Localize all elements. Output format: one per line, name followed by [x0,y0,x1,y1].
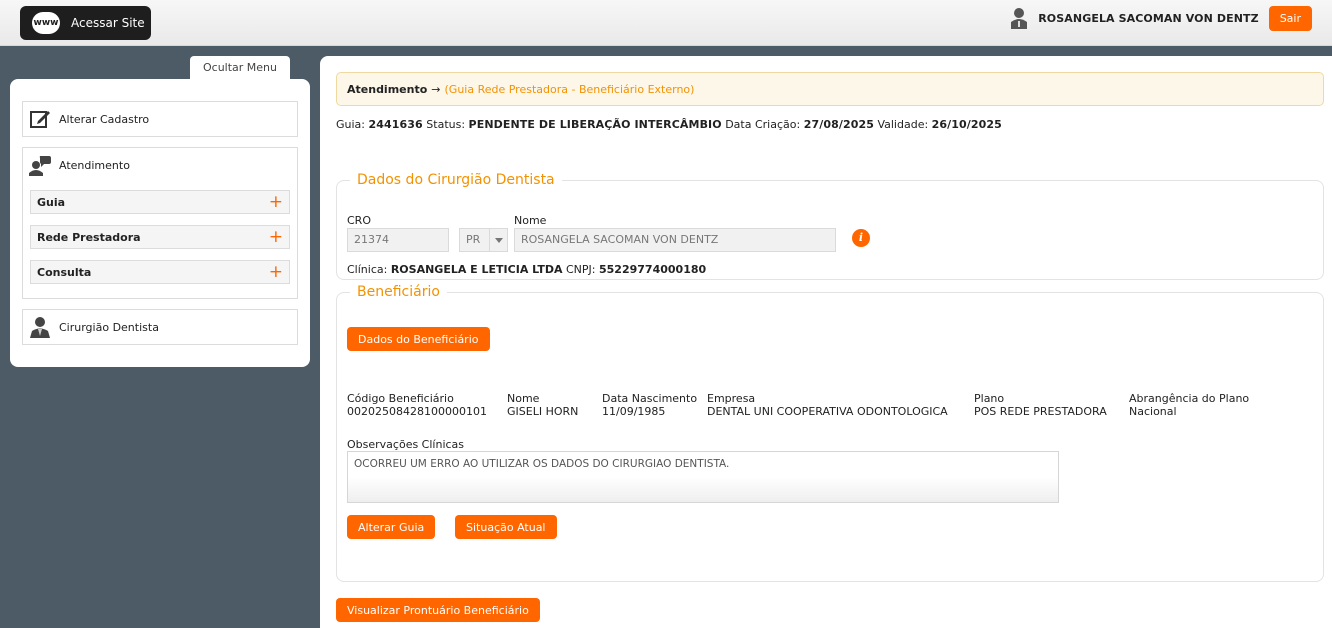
col-label: Empresa [707,392,756,405]
www-icon-text: www [33,18,59,28]
clinic-info: Clínica: ROSANGELA E LETICIA LTDA CNPJ: … [347,263,706,276]
beneficiary-name-col: Nome GISELI HORN [507,392,578,418]
expand-plus-icon[interactable]: + [269,263,283,281]
col-value: POS REDE PRESTADORA [974,405,1107,418]
alter-guia-button[interactable]: Alterar Guia [347,515,436,539]
clinical-notes-label: Observações Clínicas [347,438,465,451]
sidebar-subitem-consulta[interactable]: Consulta + [30,260,290,284]
view-beneficiary-record-button[interactable]: Visualizar Prontuário Beneficiário [336,598,540,622]
user-area: ROSANGELA SACOMAN VON DENTZ Sair [1010,5,1312,31]
breadcrumb-subtitle: (Guia Rede Prestadora - Beneficiário Ext… [444,82,695,96]
sidebar-subitem-label: Guia [37,195,66,209]
chat-user-icon [29,154,51,176]
sidebar: Alterar Cadastro Atendimento Guia + Rede… [10,79,310,367]
uf-select-value: PR [466,233,481,246]
status-value: PENDENTE DE LIBERAÇÃO INTERCÂMBIO [468,118,722,131]
expand-plus-icon[interactable]: + [269,228,283,246]
logout-button[interactable]: Sair [1268,5,1312,31]
guia-label: Guia: [336,118,365,131]
cnpj-value: 55229774000180 [599,263,707,276]
hide-menu-toggle[interactable]: Ocultar Menu [190,56,290,80]
user-name: ROSANGELA SACOMAN VON DENTZ [1038,11,1259,25]
top-bar: www Acessar Site ROSANGELA SACOMAN VON D… [0,0,1332,46]
company-col: Empresa DENTAL UNI COOPERATIVA ODONTOLOG… [707,392,948,418]
sidebar-subitem-rede-prestadora[interactable]: Rede Prestadora + [30,225,290,249]
beneficiary-data-button[interactable]: Dados do Beneficiário [347,327,490,351]
sidebar-subitem-label: Consulta [37,265,92,279]
creation-date-label: Data Criação: [725,118,801,131]
col-label: Abrangência do Plano [1129,392,1250,405]
guia-summary: Guia: 2441636 Status: PENDENTE DE LIBERA… [336,118,1002,131]
plan-col: Plano POS REDE PRESTADORA [974,392,1107,418]
expand-plus-icon[interactable]: + [269,193,283,211]
dentist-section: Dados do Cirurgião Dentista CRO 21374 PR… [336,172,1324,280]
sidebar-item-alterar-cadastro[interactable]: Alterar Cadastro [22,101,298,137]
cro-input[interactable]: 21374 [347,228,449,252]
breadcrumb-title: Atendimento [347,82,428,96]
edit-icon [29,108,51,130]
dentist-user-icon [29,316,51,338]
beneficiary-section-legend: Beneficiário [357,284,440,300]
col-label: Data Nascimento [602,392,698,405]
plan-coverage-col: Abrangência do Plano Nacional [1129,392,1249,418]
creation-date-value: 27/08/2025 [803,118,874,131]
col-label: Nome [507,392,540,405]
col-value: Nacional [1129,405,1177,418]
validity-value: 26/10/2025 [931,118,1002,131]
user-icon [1010,7,1028,29]
guia-number: 2441636 [368,118,423,131]
sidebar-subitem-label: Rede Prestadora [37,230,141,244]
breadcrumb: Atendimento → (Guia Rede Prestadora - Be… [336,72,1324,106]
clinical-notes-textarea[interactable]: OCORREU UM ERRO AO UTILIZAR OS DADOS DO … [347,451,1059,503]
sidebar-item-label: Cirurgião Dentista [59,320,159,334]
current-status-button[interactable]: Situação Atual [455,515,557,539]
status-label: Status: [426,118,466,131]
www-globe-icon: www [32,12,60,34]
main-panel: Atendimento → (Guia Rede Prestadora - Be… [320,56,1332,628]
nome-label: Nome [514,214,547,227]
dentist-name-input[interactable]: ROSANGELA SACOMAN VON DENTZ [514,228,836,252]
cnpj-label: CNPJ: [566,263,596,276]
access-site-label: Acessar Site [71,16,145,30]
sidebar-item-atendimento[interactable]: Atendimento [23,148,297,182]
col-value: DENTAL UNI COOPERATIVA ODONTOLOGICA [707,405,948,418]
info-icon[interactable]: i [852,229,870,247]
dentist-section-legend: Dados do Cirurgião Dentista [357,172,555,188]
col-value: GISELI HORN [507,405,579,418]
col-value: 00202508428100000101 [347,405,487,418]
uf-select[interactable]: PR [459,228,508,252]
sidebar-item-label: Atendimento [59,158,130,172]
clinic-value: ROSANGELA E LETICIA LTDA [390,263,563,276]
col-label: Código Beneficiário [347,392,454,405]
birth-date-col: Data Nascimento 11/09/1985 [602,392,697,418]
cro-label: CRO [347,214,371,227]
col-value: 11/09/1985 [602,405,666,418]
sidebar-subitem-guia[interactable]: Guia + [30,190,290,214]
access-site-button[interactable]: www Acessar Site [20,6,151,40]
chevron-down-icon[interactable] [489,229,507,251]
col-label: Plano [974,392,1005,405]
breadcrumb-arrow: → [431,82,441,96]
sidebar-item-label: Alterar Cadastro [59,112,150,126]
validity-label: Validade: [877,118,929,131]
beneficiary-code-col: Código Beneficiário 00202508428100000101 [347,392,487,418]
sidebar-group-atendimento: Atendimento Guia + Rede Prestadora + Con… [22,147,298,299]
beneficiary-section: Beneficiário Dados do Beneficiário Códig… [336,284,1324,582]
clinic-label: Clínica: [347,263,388,276]
sidebar-item-cirurgiao-dentista[interactable]: Cirurgião Dentista [22,309,298,345]
